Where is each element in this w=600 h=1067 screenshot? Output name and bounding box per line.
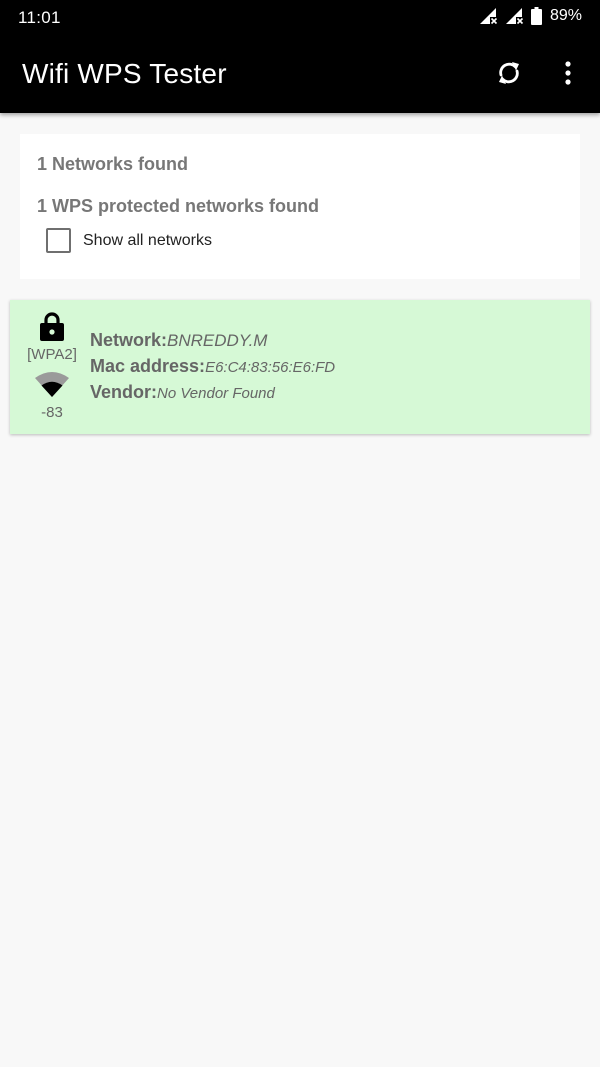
- summary-card: 1 Networks found 1 WPS protected network…: [20, 134, 580, 279]
- show-all-networks-label: Show all networks: [83, 231, 212, 249]
- lock-icon: [40, 311, 64, 346]
- status-icons: 89%: [479, 7, 582, 25]
- refresh-icon: [496, 59, 522, 92]
- signal-no-service-icon: [479, 7, 499, 25]
- battery-percentage: 89%: [549, 7, 582, 24]
- app-title: Wifi WPS Tester: [22, 58, 227, 89]
- network-list-item[interactable]: [WPA2] -83 Network:BNREDDY.M Mac address…: [10, 300, 590, 434]
- mac-address-value: E6:C4:83:56:E6:FD: [205, 359, 336, 376]
- network-name: BNREDDY.M: [167, 331, 268, 350]
- wps-networks-found-count: 1 WPS protected networks found: [37, 196, 320, 216]
- more-options-button[interactable]: [555, 57, 581, 93]
- app-bar: Wifi WPS Tester: [0, 38, 600, 113]
- networks-found-count: 1 Networks found: [37, 154, 189, 174]
- show-all-networks-toggle[interactable]: Show all networks: [46, 228, 212, 253]
- mac-address-label: Mac address:: [90, 356, 206, 376]
- status-time: 11:01: [18, 8, 61, 27]
- signal-strength: -83: [41, 404, 63, 421]
- network-info: Network:BNREDDY.M Mac address:E6:C4:83:5…: [90, 330, 335, 408]
- security-type: [WPA2]: [27, 346, 77, 363]
- refresh-button[interactable]: [491, 57, 527, 93]
- vendor-value: No Vendor Found: [157, 385, 275, 402]
- show-all-networks-checkbox[interactable]: [46, 228, 71, 253]
- network-label: Network:: [90, 330, 168, 350]
- status-bar: 11:01 89%: [0, 0, 600, 38]
- wifi-signal-icon: [35, 370, 69, 403]
- vendor-label: Vendor:: [90, 382, 158, 402]
- battery-icon: [530, 7, 542, 25]
- more-vert-icon: [565, 60, 571, 90]
- signal-no-service-icon: [505, 7, 525, 25]
